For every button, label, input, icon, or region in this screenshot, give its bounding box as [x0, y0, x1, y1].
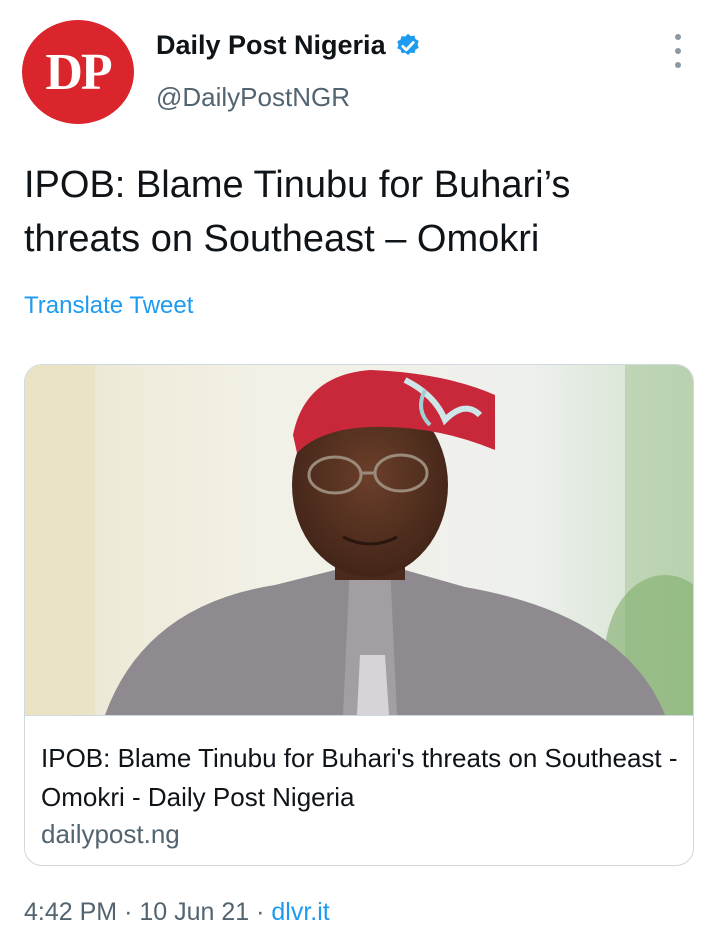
- card-domain: dailypost.ng: [41, 819, 180, 849]
- tweet-source-link[interactable]: dlvr.it: [271, 898, 329, 926]
- meta-separator: ·: [256, 898, 265, 926]
- author-name[interactable]: Daily Post Nigeria: [156, 30, 386, 61]
- tweet-metadata: 4:42 PM · 10 Jun 21 · dlvr.it: [24, 898, 330, 927]
- avatar[interactable]: DP: [22, 20, 134, 124]
- avatar-text: DP: [45, 43, 112, 101]
- tweet-date[interactable]: 10 Jun 21: [139, 898, 249, 926]
- more-dot: [675, 48, 681, 54]
- card-divider: [25, 715, 693, 716]
- tweet-text: IPOB: Blame Tinubu for Buhari’s threats …: [24, 164, 571, 260]
- card-title: IPOB: Blame Tinubu for Buhari's threats …: [41, 743, 678, 812]
- more-dot: [675, 62, 681, 68]
- more-options-icon[interactable]: [668, 34, 688, 68]
- article-photo: [25, 365, 693, 715]
- link-preview-card[interactable]: IPOB: Blame Tinubu for Buhari's threats …: [24, 364, 694, 866]
- translate-tweet-link[interactable]: Translate Tweet: [24, 292, 193, 320]
- author-name-row[interactable]: Daily Post Nigeria: [156, 30, 422, 61]
- meta-separator: ·: [124, 898, 133, 926]
- author-handle[interactable]: @DailyPostNGR: [156, 82, 350, 113]
- tweet-time[interactable]: 4:42 PM: [24, 898, 117, 926]
- more-dot: [675, 34, 681, 40]
- verified-badge-icon: [396, 33, 419, 55]
